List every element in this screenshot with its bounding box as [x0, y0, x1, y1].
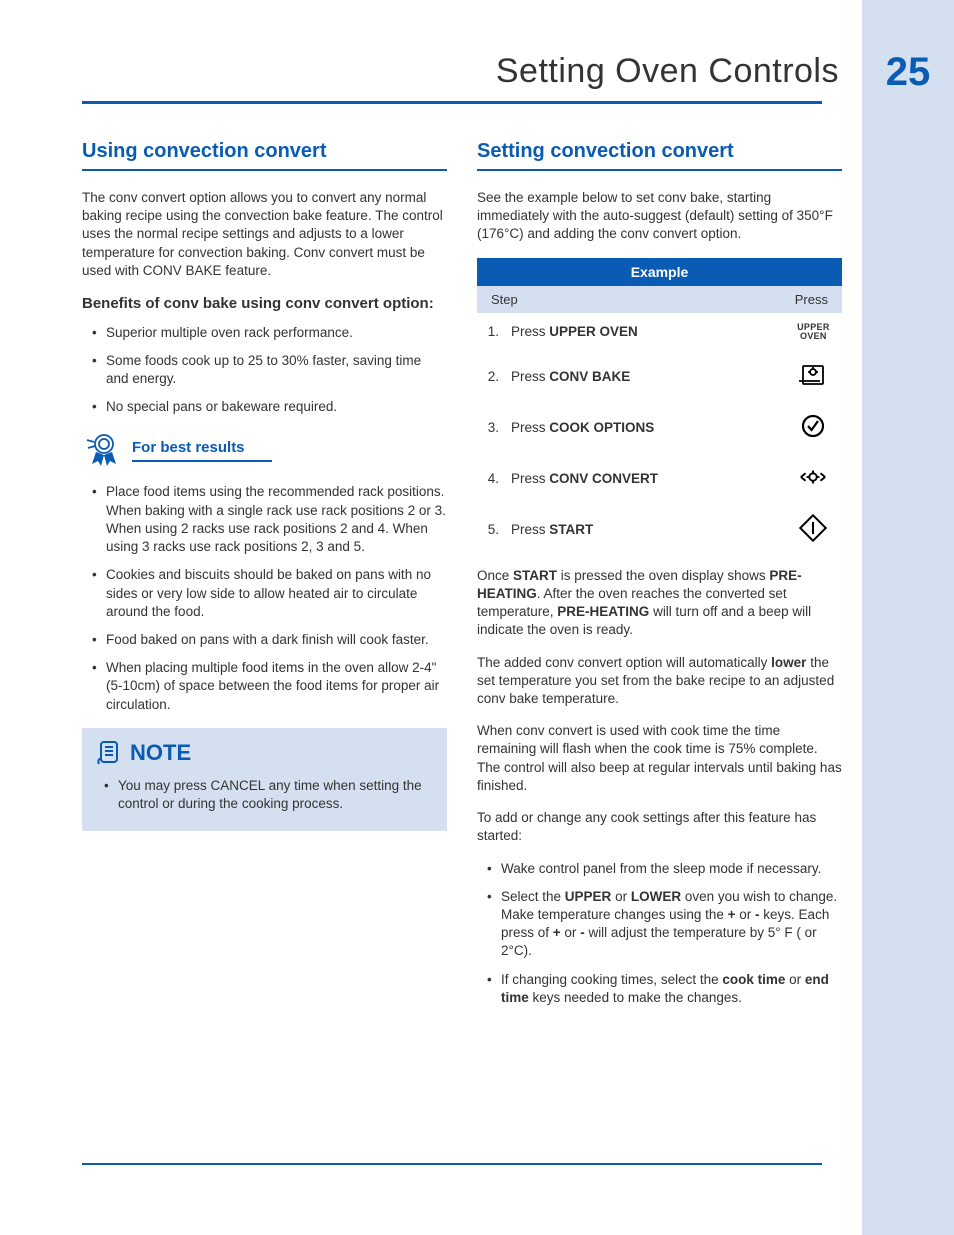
col-press: Press [785, 286, 842, 313]
table-row: 1. Press UPPER OVEN UPPEROVEN [477, 313, 842, 351]
best-results-box: For best results [82, 430, 447, 471]
step-label: Press COOK OPTIONS [501, 402, 785, 453]
best-results-list: Place food items using the recommended r… [82, 483, 447, 713]
list-item: Wake control panel from the sleep mode i… [477, 860, 842, 878]
col-step: Step [477, 286, 785, 313]
table-subhead-row: Step Press [477, 286, 842, 313]
page-number: 25 [862, 50, 954, 95]
note-title: NOTE [130, 740, 191, 766]
left-intro: The conv convert option allows you to co… [82, 189, 447, 280]
step-num: 3. [477, 402, 501, 453]
bottom-rule [82, 1163, 822, 1165]
ribbon-icon [82, 430, 124, 471]
conv-convert-icon [785, 453, 842, 504]
page: 25 Setting Oven Controls Using convectio… [0, 0, 954, 1235]
step-num: 4. [477, 453, 501, 504]
title-rule [82, 101, 822, 104]
right-column: Setting convection convert See the examp… [477, 140, 842, 1021]
step-num: 1. [477, 313, 501, 351]
note-head: NOTE [94, 738, 435, 769]
right-page-band [862, 0, 954, 1235]
note-icon [94, 738, 122, 769]
example-table: Example Step Press 1. Press UPPER OVEN U… [477, 258, 842, 555]
step-num: 5. [477, 504, 501, 555]
change-settings-list: Wake control panel from the sleep mode i… [477, 860, 842, 1008]
start-icon [785, 504, 842, 555]
table-row: 3. Press COOK OPTIONS [477, 402, 842, 453]
note-list: You may press CANCEL any time when setti… [94, 777, 435, 813]
list-item: Cookies and biscuits should be baked on … [82, 566, 447, 621]
list-item: When placing multiple food items in the … [82, 659, 447, 714]
list-item: No special pans or bakeware required. [82, 398, 447, 416]
table-row: 4. Press CONV CONVERT [477, 453, 842, 504]
content-columns: Using convection convert The conv conver… [82, 140, 842, 1021]
list-item: Place food items using the recommended r… [82, 483, 447, 556]
after-paragraph-4: To add or change any cook settings after… [477, 809, 842, 845]
cook-options-icon [785, 402, 842, 453]
best-results-title: For best results [132, 439, 272, 462]
table-row: 5. Press START [477, 504, 842, 555]
right-heading: Setting convection convert [477, 140, 842, 171]
step-label: Press UPPER OVEN [501, 313, 785, 351]
step-label: Press CONV BAKE [501, 351, 785, 402]
list-item: If changing cooking times, select the co… [477, 971, 842, 1007]
note-box: NOTE You may press CANCEL any time when … [82, 728, 447, 831]
list-item: Food baked on pans with a dark finish wi… [82, 631, 447, 649]
left-column: Using convection convert The conv conver… [82, 140, 447, 1021]
best-results-head: For best results [82, 430, 447, 471]
upper-oven-icon: UPPEROVEN [785, 313, 842, 351]
conv-bake-icon [785, 351, 842, 402]
list-item: You may press CANCEL any time when setti… [94, 777, 435, 813]
benefits-list: Superior multiple oven rack performance.… [82, 324, 447, 417]
after-paragraph-2: The added conv convert option will autom… [477, 654, 842, 709]
example-header: Example [477, 258, 842, 286]
step-label: Press CONV CONVERT [501, 453, 785, 504]
benefits-heading: Benefits of conv bake using conv convert… [82, 294, 447, 314]
after-paragraph-1: Once START is pressed the oven display s… [477, 567, 842, 640]
left-heading: Using convection convert [82, 140, 447, 171]
list-item: Select the UPPER or LOWER oven you wish … [477, 888, 842, 961]
after-paragraph-3: When conv convert is used with cook time… [477, 722, 842, 795]
right-intro: See the example below to set conv bake, … [477, 189, 842, 244]
step-label: Press START [501, 504, 785, 555]
page-title: Setting Oven Controls [496, 52, 839, 91]
list-item: Some foods cook up to 25 to 30% faster, … [82, 352, 447, 388]
table-row: 2. Press CONV BAKE [477, 351, 842, 402]
list-item: Superior multiple oven rack performance. [82, 324, 447, 342]
step-num: 2. [477, 351, 501, 402]
